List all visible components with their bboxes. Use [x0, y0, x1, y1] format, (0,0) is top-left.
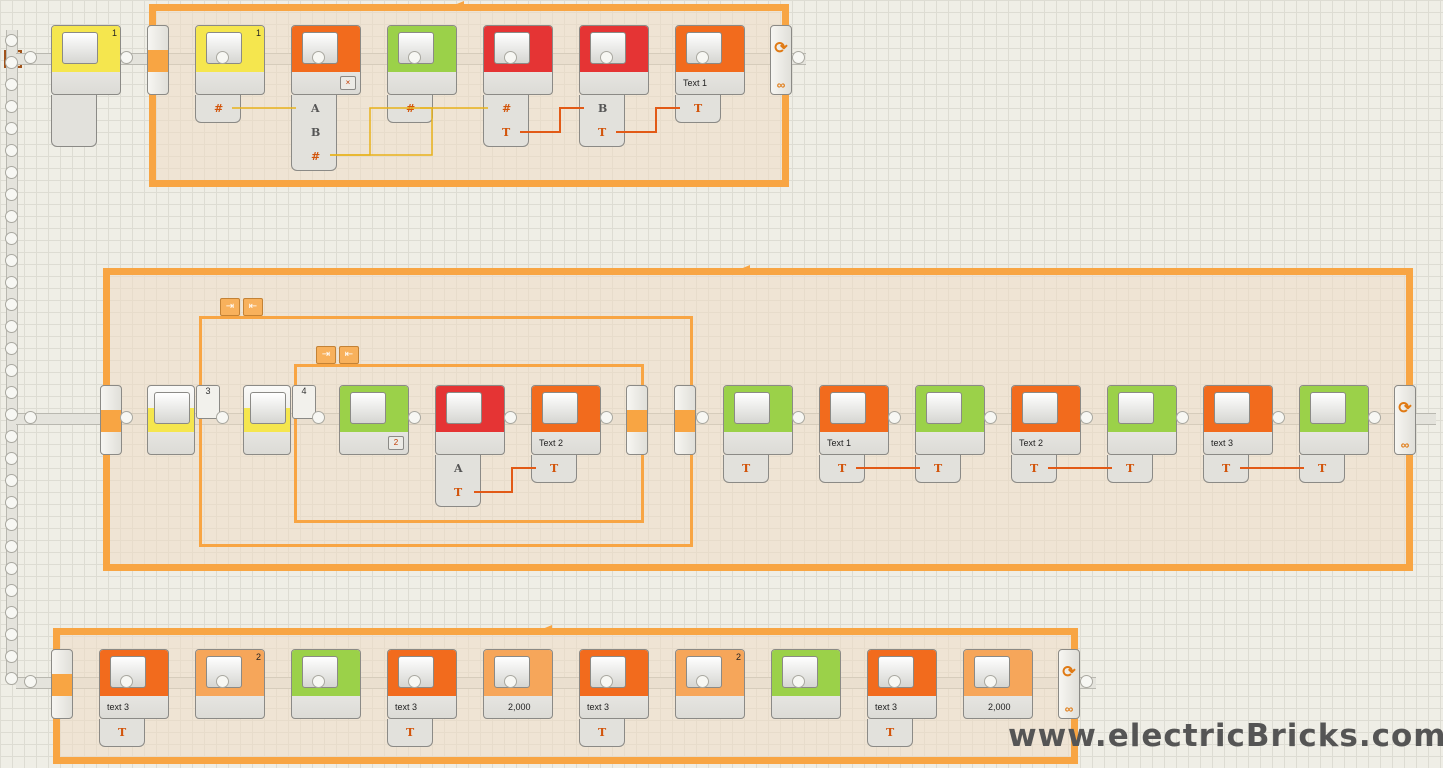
beam-connector-ring — [696, 51, 709, 64]
beam-connector-ring — [5, 430, 18, 443]
beam-connector-ring — [5, 386, 18, 399]
beam-connector-ring — [5, 210, 18, 223]
row3-variable-block-2[interactable]: text 3 — [387, 649, 457, 719]
text-plug: T — [886, 726, 895, 739]
beam-connector-ring — [5, 166, 18, 179]
loop-icon: ⟳ — [1398, 400, 1412, 417]
beam-connector-ring — [408, 411, 421, 424]
beam-connector-ring — [1368, 411, 1381, 424]
beam-connector-ring — [888, 675, 901, 688]
beam-connector-ring — [5, 452, 18, 465]
text-plug: T — [406, 726, 415, 739]
beam-connector-ring — [5, 408, 18, 421]
beam-connector-ring — [312, 411, 325, 424]
beam-connector-ring — [5, 650, 18, 663]
row3-loop-begin[interactable] — [51, 649, 73, 719]
beam-connector-ring — [5, 188, 18, 201]
beam-connector-ring — [216, 411, 229, 424]
beam-connector-ring — [408, 675, 421, 688]
beam-connector-ring — [5, 298, 18, 311]
row3-wait-time-block-2[interactable]: 2,000 — [963, 649, 1033, 719]
beam-connector-ring — [5, 474, 18, 487]
beam-connector-ring — [600, 411, 613, 424]
beam-connector-ring — [504, 675, 517, 688]
beam-connector-ring — [5, 518, 18, 531]
beam-connector-ring — [312, 51, 325, 64]
beam-connector-ring — [24, 411, 37, 424]
beam-connector-ring — [1176, 411, 1189, 424]
watermark: www.electricBricks.com — [1008, 718, 1443, 754]
beam-connector-ring — [5, 606, 18, 619]
beam-connector-ring — [600, 675, 613, 688]
beam-connector-ring — [312, 675, 325, 688]
beam-connector-ring — [216, 675, 229, 688]
beam-connector-ring — [5, 364, 18, 377]
beam-connector-ring — [24, 675, 37, 688]
beam-connector-ring — [5, 34, 18, 47]
row3-wait-time-block-1[interactable]: 2,000 — [483, 649, 553, 719]
beam-connector-ring — [5, 78, 18, 91]
row3-variable-block-3[interactable]: text 3 — [579, 649, 649, 719]
beam-connector-ring — [5, 254, 18, 267]
beam-connector-ring — [1080, 411, 1093, 424]
beam-connector-ring — [5, 56, 18, 69]
row3-loop-arrow-icon — [540, 625, 552, 635]
row2-data-wires — [474, 467, 1304, 493]
beam-connector-ring — [5, 232, 18, 245]
beam-connector-ring — [5, 584, 18, 597]
beam-connector-ring — [1272, 411, 1285, 424]
text-plug: T — [598, 726, 607, 739]
beam-connector-ring — [5, 122, 18, 135]
row3-variable-block-4[interactable]: text 3 — [867, 649, 937, 719]
beam-connector-ring — [120, 411, 133, 424]
beam-connector-ring — [5, 628, 18, 641]
row3-wait-sensor-block-1[interactable]: 2 — [195, 649, 265, 719]
beam-connector-ring — [696, 411, 709, 424]
beam-connector-ring — [696, 675, 709, 688]
row3-loop-end[interactable]: ⟳ ∞ — [1058, 649, 1080, 719]
beam-connector-ring — [5, 276, 18, 289]
beam-connector-ring — [24, 51, 37, 64]
text-plug: T — [118, 726, 127, 739]
row3-bluetooth-block-2[interactable] — [771, 649, 841, 719]
beam-connector-ring — [5, 320, 18, 333]
beam-connector-ring — [5, 342, 18, 355]
beam-connector-ring — [5, 562, 18, 575]
beam-connector-ring — [984, 675, 997, 688]
row3-bluetooth-block-1[interactable] — [291, 649, 361, 719]
beam-connector-ring — [984, 411, 997, 424]
beam-connector-ring — [888, 411, 901, 424]
beam-connector-ring — [5, 144, 18, 157]
beam-connector-ring — [216, 51, 229, 64]
beam-connector-ring — [5, 672, 18, 685]
beam-connector-ring — [504, 51, 517, 64]
beam-connector-ring — [504, 411, 517, 424]
row3-variable-block-1[interactable]: text 3 — [99, 649, 169, 719]
beam-connector-ring — [600, 51, 613, 64]
beam-connector-ring — [5, 540, 18, 553]
beam-connector-ring — [792, 51, 805, 64]
beam-connector-ring — [792, 411, 805, 424]
beam-connector-ring — [5, 100, 18, 113]
beam-connector-ring — [5, 496, 18, 509]
beam-connector-ring — [792, 675, 805, 688]
beam-connector-ring — [120, 675, 133, 688]
row2-loop-end[interactable]: ⟳ ∞ — [1394, 385, 1416, 455]
beam-connector-ring — [408, 51, 421, 64]
beam-connector-ring — [1080, 675, 1093, 688]
beam-connector-ring — [120, 51, 133, 64]
loop-icon: ⟳ — [1062, 664, 1076, 681]
row3-wait-sensor-block-2[interactable]: 2 — [675, 649, 745, 719]
